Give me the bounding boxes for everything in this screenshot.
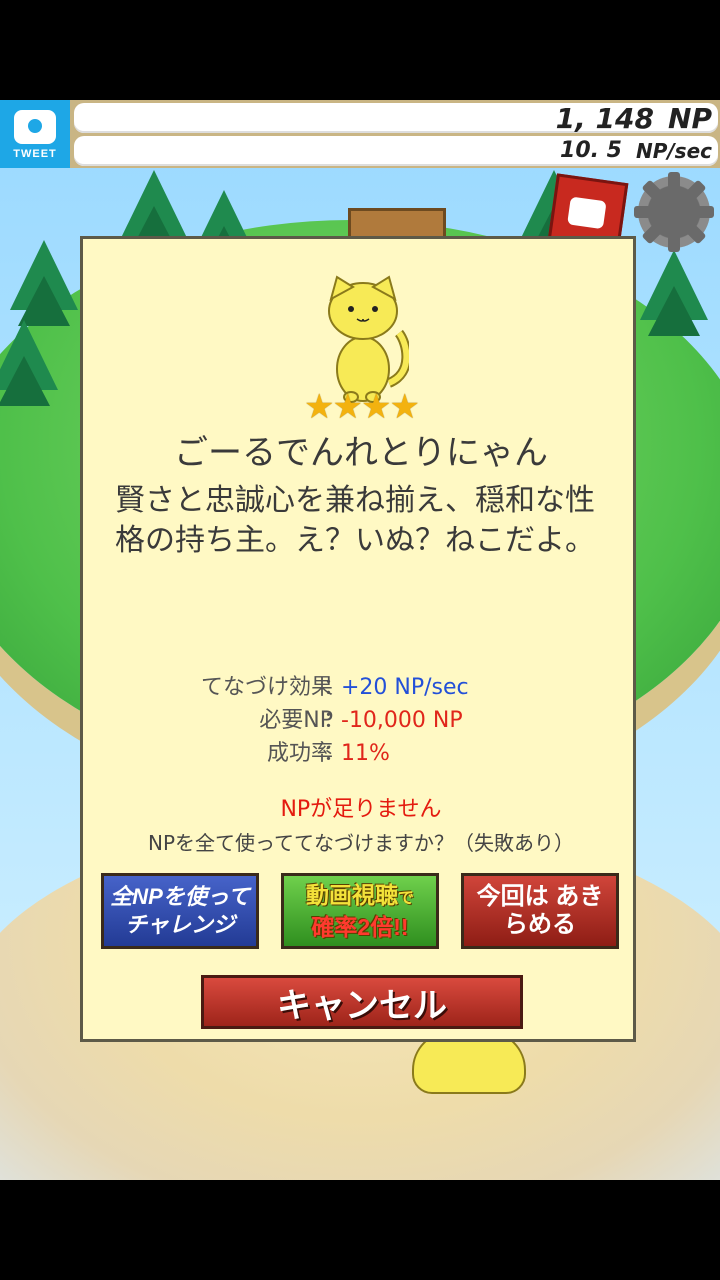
watch-video-button[interactable]: 動画視聴で 確率2倍!! (281, 873, 439, 949)
cancel-button[interactable]: キャンセル (201, 975, 523, 1029)
tree (10, 240, 78, 326)
stat-label: てなづけ効果 (200, 675, 333, 700)
insufficient-np-warning: NPが足りません (280, 797, 442, 822)
rarity-stars: ★★★★ (304, 387, 420, 427)
status-bar: TWEET 1, 148 NP 10. 5 NP/sec (0, 100, 720, 168)
stat-required-np: 必要NP ： -10,000 NP (83, 704, 639, 737)
tweet-button[interactable]: TWEET (0, 100, 70, 168)
tweet-label: TWEET (13, 148, 57, 160)
tree (0, 320, 58, 406)
np-rate-value: 10. 5 (560, 138, 622, 163)
video-label-line1: 動画視聴 (305, 882, 398, 908)
stat-value: -10,000 NP (341, 708, 463, 733)
tree (640, 250, 708, 336)
tame-cat-dialog: ★★★★ ごーるでんれとりにゃん 賢さと忠誠心を兼ね揃え、穏和な性格の持ち主。え… (80, 236, 636, 1042)
cat-name: ごーるでんれとりにゃん (174, 433, 548, 473)
stat-success-rate: 成功率 ： 11% (83, 737, 639, 770)
challenge-all-np-button[interactable]: 全NPを使って チャレンジ (101, 873, 259, 949)
stat-value: +20 NP/sec (341, 675, 469, 700)
np-total-value: 1, 148 (555, 102, 654, 135)
stat-effect: てなづけ効果 ： +20 NP/sec (83, 671, 639, 704)
confirm-text: NPを全て使っててなづけますか？（失敗あり） (147, 831, 575, 855)
gear-icon[interactable] (634, 172, 714, 252)
cat-description: 賢さと忠誠心を兼ね揃え、穏和な性格の持ち主。え？いぬ？ねこだよ。 (115, 483, 595, 558)
give-up-button[interactable]: 今回は あきらめる (461, 873, 619, 949)
np-rate-bar: 10. 5 NP/sec (74, 136, 718, 166)
tree (120, 170, 188, 256)
np-total-bar: 1, 148 NP (74, 102, 718, 135)
cat-image (328, 275, 409, 403)
np-total-unit: NP (668, 102, 712, 135)
stat-label: 必要NP (259, 708, 333, 733)
video-label-line2: 確率2倍!! (311, 914, 409, 940)
np-rate-unit: NP/sec (635, 139, 712, 163)
stat-value: 11% (341, 741, 390, 766)
